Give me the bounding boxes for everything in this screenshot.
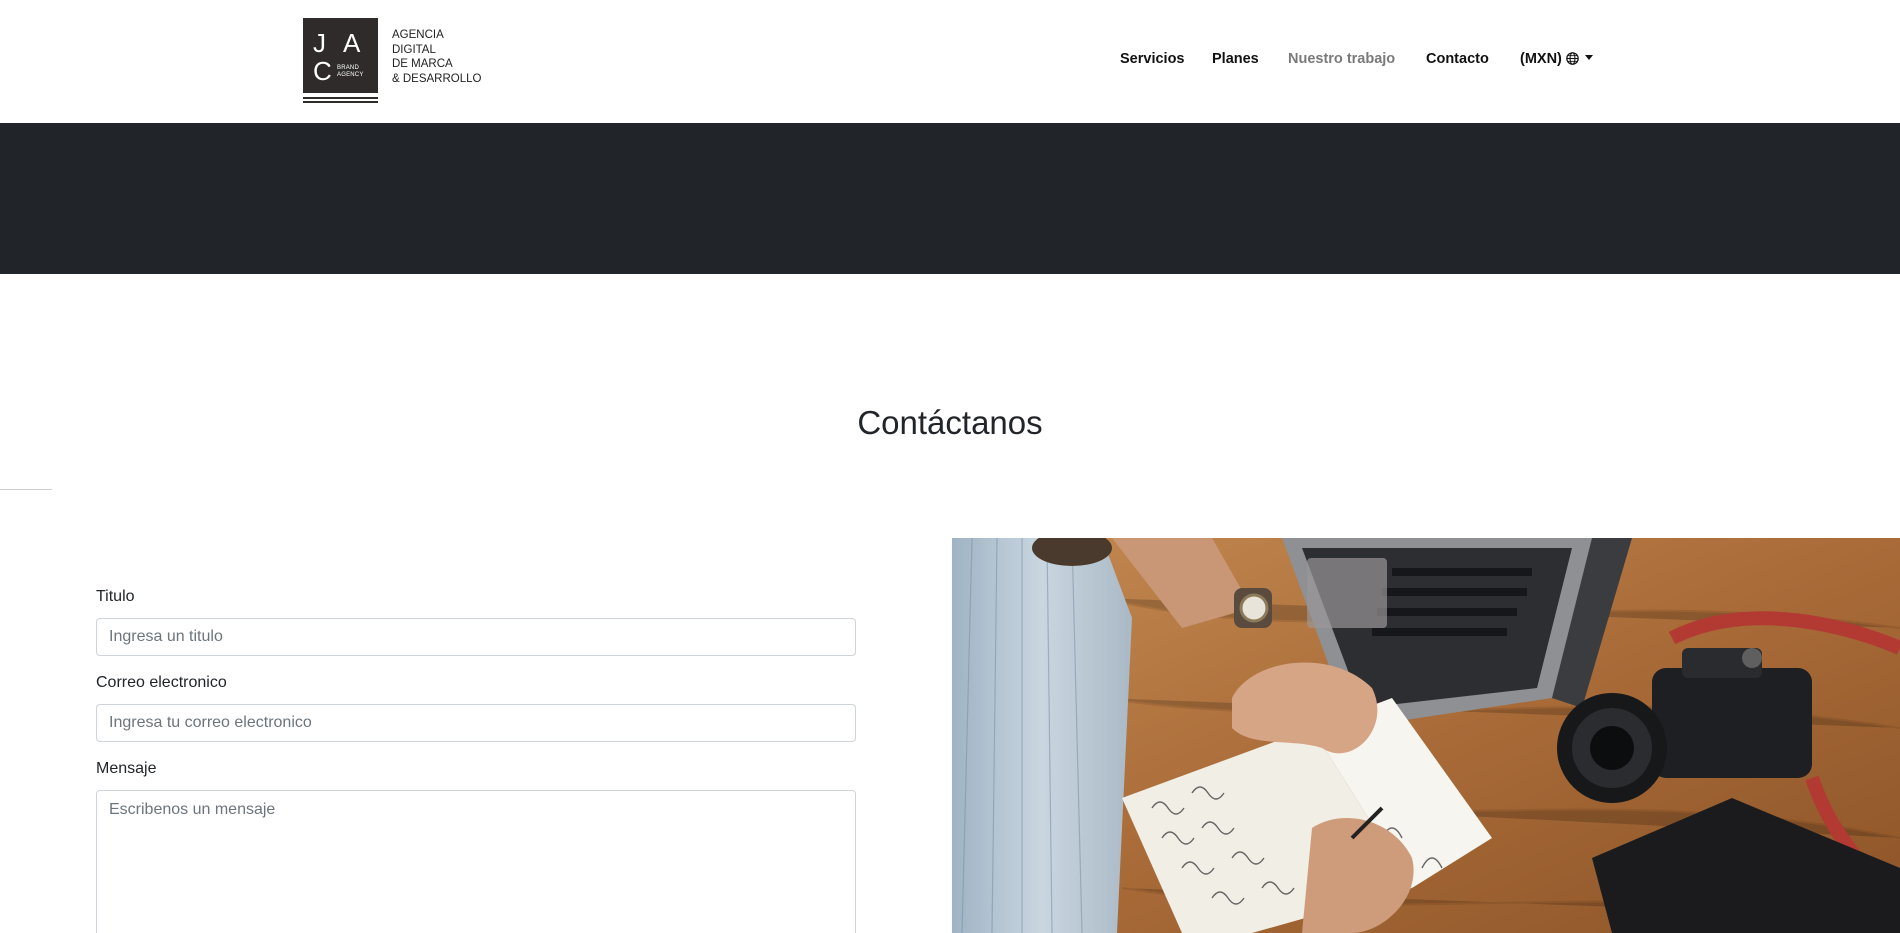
nav-link-planes[interactable]: Planes (1212, 51, 1259, 67)
tagline-line: DE MARCA (392, 58, 453, 70)
brand-logo[interactable]: J A C BRAND AGENCY AGENCIA DIGITAL DE MA… (303, 18, 481, 104)
section-title: Contáctanos (857, 404, 1043, 441)
logo-underline (303, 101, 378, 103)
logo-letter-a: A (343, 28, 361, 58)
logo-sub-line: BRAND (337, 65, 360, 71)
email-input[interactable] (96, 704, 856, 742)
logo-tagline: AGENCIA DIGITAL DE MARCA & DESARROLLO (392, 28, 481, 86)
currency-label: (MXN) (1520, 51, 1562, 67)
correo-label: Correo electronico (96, 674, 227, 691)
logo-sub-line: AGENCY (337, 72, 364, 78)
titulo-label: Titulo (96, 588, 135, 605)
nav-link-servicios[interactable]: Servicios (1120, 51, 1185, 67)
currency-dropdown[interactable]: (MXN) (1520, 51, 1593, 69)
tagline-line: AGENCIA (392, 29, 444, 41)
message-textarea[interactable] (96, 790, 856, 933)
tagline-line: & DESARROLLO (392, 72, 482, 85)
logo-subtitle: BRAND AGENCY (337, 65, 364, 79)
globe-icon (1566, 52, 1579, 69)
navbar: J A C BRAND AGENCY AGENCIA DIGITAL DE MA… (0, 0, 1900, 123)
caret-down-icon (1584, 55, 1593, 60)
hero-banner (0, 123, 1900, 274)
logo-letter-j: J (313, 28, 326, 58)
logo-letter-c: C (313, 56, 332, 86)
logo-mark: J A C BRAND AGENCY (303, 18, 378, 93)
nav-link-contacto[interactable]: Contacto (1426, 51, 1489, 67)
tagline-line: DIGITAL (392, 43, 436, 56)
nav-link-nuestro-trabajo[interactable]: Nuestro trabajo (1288, 51, 1395, 67)
mensaje-label: Mensaje (96, 760, 157, 777)
divider-line (0, 489, 52, 490)
titulo-input[interactable] (96, 618, 856, 656)
contact-photo (952, 538, 1900, 933)
photo-illustration (952, 538, 1900, 933)
logo-underline (303, 97, 378, 99)
